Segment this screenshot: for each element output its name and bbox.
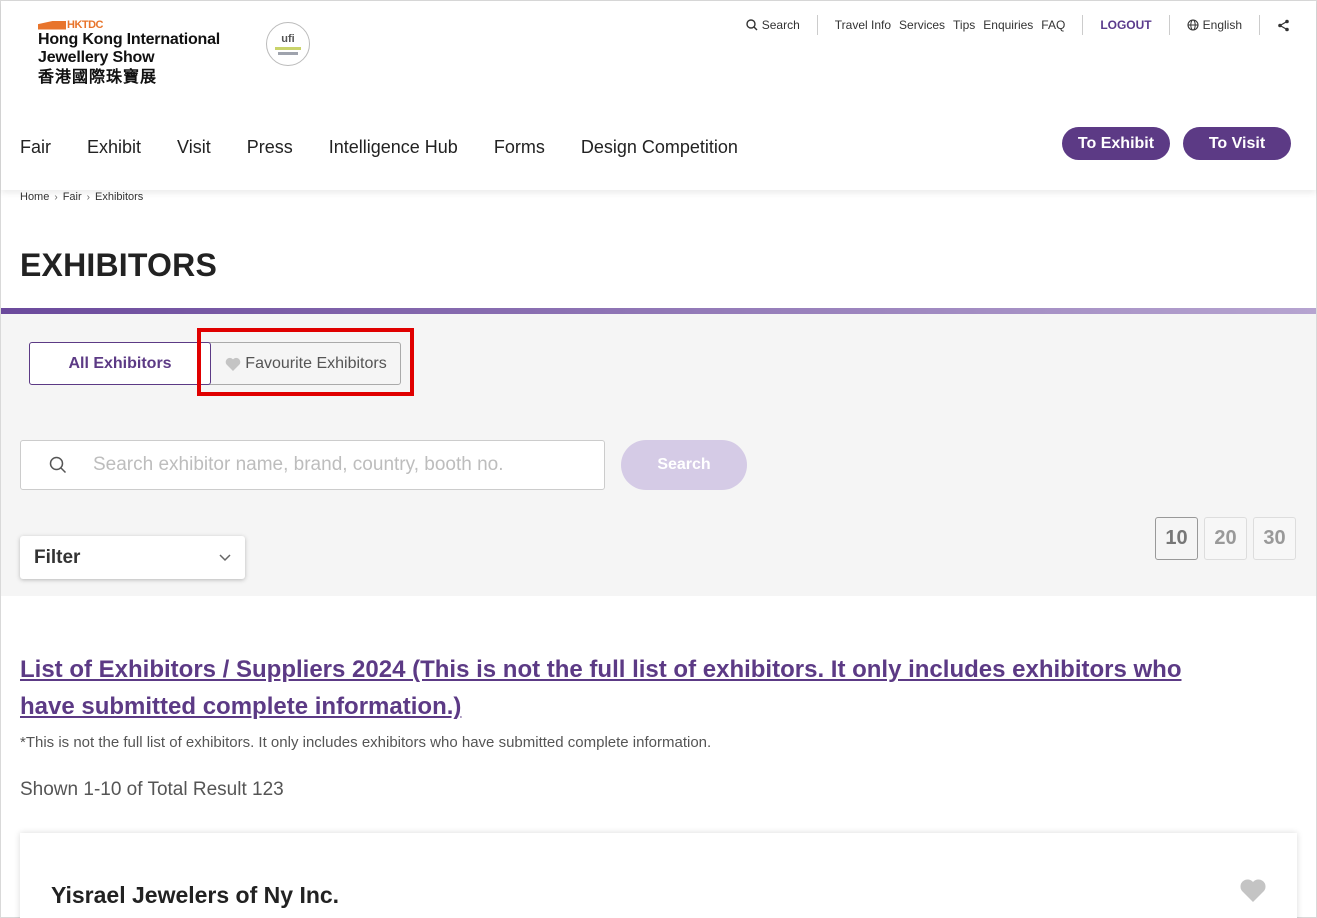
ufi-bar [275, 46, 301, 50]
breadcrumb-fair[interactable]: Fair [63, 191, 82, 203]
main-nav: Fair Exhibit Visit Press Intelligence Hu… [20, 137, 774, 158]
search-field [20, 440, 605, 490]
chevron-right-icon: › [54, 191, 58, 203]
hktdc-brand: HKTDC [67, 19, 104, 31]
page-title: EXHIBITORS [20, 247, 217, 283]
nav-fair[interactable]: Fair [20, 137, 51, 158]
search-icon [49, 455, 69, 475]
filter-dropdown[interactable]: Filter [20, 536, 245, 579]
exhibitor-card[interactable]: Yisrael Jewelers of Ny Inc. [20, 833, 1297, 918]
nav-design-competition[interactable]: Design Competition [581, 137, 738, 158]
globe-icon [1187, 19, 1199, 31]
search-input[interactable] [93, 454, 563, 476]
util-link-tips[interactable]: Tips [949, 18, 979, 32]
logo-chinese: 香港國際珠寶展 [38, 67, 158, 86]
nav-intelligence-hub[interactable]: Intelligence Hub [329, 137, 458, 158]
page-size-10[interactable]: 10 [1155, 517, 1198, 560]
hktdc-mark: HKTDC [38, 19, 220, 31]
search-link[interactable]: Search [742, 18, 804, 32]
chevron-down-icon [219, 553, 231, 561]
site-logo[interactable]: HKTDC Hong Kong International Jewellery … [38, 19, 220, 87]
breadcrumb: Home › Fair › Exhibitors [20, 191, 143, 203]
site-header: HKTDC Hong Kong International Jewellery … [1, 1, 1316, 190]
heart-icon[interactable] [1239, 878, 1267, 902]
util-link-faq[interactable]: FAQ [1037, 18, 1069, 32]
divider [1082, 15, 1084, 35]
nav-visit[interactable]: Visit [177, 137, 211, 158]
tab-favourite-exhibitors[interactable]: Favourite Exhibitors [205, 342, 401, 385]
ufi-label: ufi [281, 32, 295, 45]
list-note: *This is not the full list of exhibitors… [20, 734, 712, 751]
logo-line-2: Jewellery Show [38, 49, 155, 66]
search-link-label: Search [761, 18, 800, 32]
chevron-right-icon: › [86, 191, 90, 203]
divider [1259, 15, 1260, 35]
share-icon [1278, 19, 1289, 31]
search-button[interactable]: Search [621, 440, 747, 490]
ufi-bar-2 [278, 51, 298, 55]
util-link-services[interactable]: Services [895, 18, 949, 32]
heart-icon [225, 357, 241, 371]
utility-nav: Search Travel Info Services Tips Enquiri… [742, 15, 1294, 35]
language-label: English [1202, 18, 1242, 32]
nav-press[interactable]: Press [247, 137, 293, 158]
breadcrumb-exhibitors: Exhibitors [94, 191, 144, 203]
nav-forms[interactable]: Forms [494, 137, 545, 158]
filter-label: Filter [34, 546, 81, 568]
share-button[interactable] [1273, 19, 1294, 32]
search-icon [746, 19, 758, 31]
result-summary: Shown 1-10 of Total Result 123 [20, 779, 284, 800]
nav-exhibit[interactable]: Exhibit [87, 137, 141, 158]
exhibitor-name[interactable]: Yisrael Jewelers of Ny Inc. [51, 882, 339, 909]
util-link-travel-info[interactable]: Travel Info [831, 18, 895, 32]
ufi-badge: ufi [266, 22, 310, 66]
tab-favourite-label: Favourite Exhibitors [245, 354, 387, 372]
to-visit-button[interactable]: To Visit [1183, 127, 1291, 160]
page-size-20[interactable]: 20 [1204, 517, 1247, 560]
hktdc-flag-icon [38, 20, 66, 30]
divider [1168, 15, 1170, 35]
to-exhibit-button[interactable]: To Exhibit [1062, 127, 1170, 160]
logo-line-1: Hong Kong International [38, 31, 221, 48]
breadcrumb-home[interactable]: Home [20, 191, 49, 203]
page-size-30[interactable]: 30 [1253, 517, 1296, 560]
divider [816, 15, 818, 35]
language-selector[interactable]: English [1183, 18, 1246, 32]
util-link-enquiries[interactable]: Enquiries [979, 18, 1037, 32]
logout-link[interactable]: LOGOUT [1096, 18, 1155, 32]
page-size-selector: 10 20 30 [1155, 517, 1296, 560]
tab-all-exhibitors[interactable]: All Exhibitors [29, 342, 211, 385]
exhibitor-list-link[interactable]: List of Exhibitors / Suppliers 2024 (Thi… [20, 651, 1220, 725]
